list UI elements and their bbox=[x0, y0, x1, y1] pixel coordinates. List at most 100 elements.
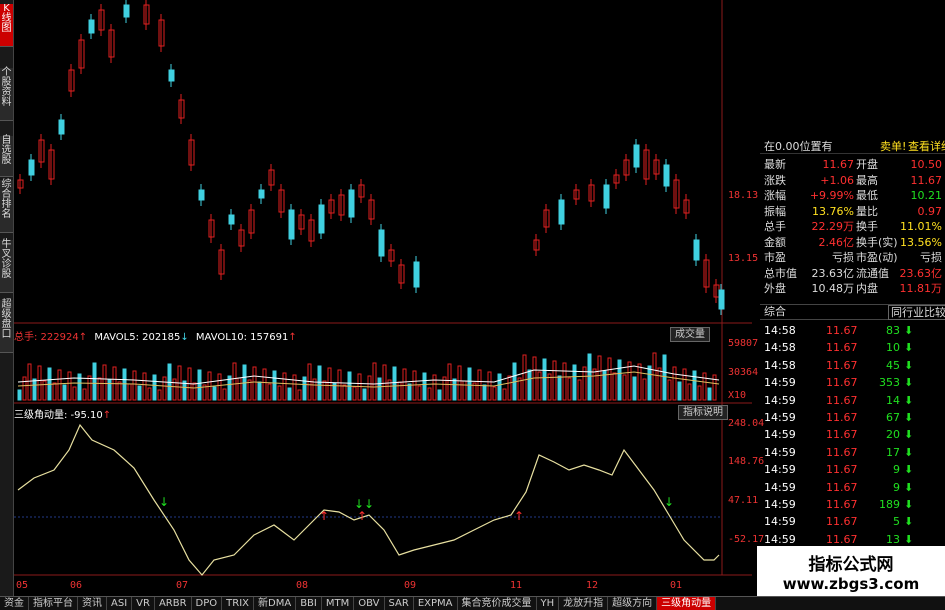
tick-volume: 67 bbox=[886, 411, 900, 424]
candle-body bbox=[633, 144, 640, 168]
bottom-tab[interactable]: EXPMA bbox=[414, 597, 458, 610]
tick-volume: 5 bbox=[893, 515, 900, 529]
volume-bar bbox=[627, 361, 632, 401]
volume-bar bbox=[622, 374, 627, 401]
indicator-help-button[interactable]: 指标说明 bbox=[678, 405, 728, 420]
bottom-tab[interactable]: MTM bbox=[322, 597, 355, 610]
volume-bar bbox=[337, 369, 342, 401]
bottom-tab[interactable]: 集合竞价成交量 bbox=[458, 597, 537, 610]
volume-bar bbox=[22, 376, 27, 401]
bottom-tab[interactable]: 龙放升指 bbox=[559, 597, 609, 610]
bottom-tab[interactable]: 新DMA bbox=[254, 597, 297, 610]
volume-bar bbox=[52, 382, 57, 401]
price-axis-label: 13.15 bbox=[728, 253, 759, 264]
date-label: 05 bbox=[16, 580, 29, 591]
volume-bar bbox=[237, 377, 242, 401]
tab-summary[interactable]: 综合 bbox=[764, 305, 786, 318]
bottom-tab[interactable]: 超级方向 bbox=[608, 597, 658, 610]
volume-bar bbox=[192, 382, 197, 401]
tick-row: 14:59 11.67 67 ⬇ bbox=[760, 409, 945, 426]
candle-body bbox=[123, 4, 130, 18]
tick-volume: 83 bbox=[886, 324, 900, 337]
tab-diagnosis[interactable]: 牛叉诊股 bbox=[0, 240, 13, 293]
volume-bar bbox=[502, 388, 507, 401]
buy-signal-icon: ↑ bbox=[514, 509, 524, 523]
bottom-tab[interactable]: BBI bbox=[296, 597, 322, 610]
volume-bar bbox=[657, 367, 662, 401]
bottom-tab[interactable]: SAR bbox=[385, 597, 414, 610]
volume-bar bbox=[32, 378, 37, 401]
quote-value: 亏损 bbox=[832, 251, 854, 264]
volume-bar bbox=[482, 384, 487, 401]
quote-label: 振幅 bbox=[764, 204, 786, 218]
tab-level2[interactable]: 超级盘口 bbox=[0, 300, 13, 353]
tab-kline[interactable]: K线图 bbox=[0, 4, 13, 47]
chart-svg: ↓ ↓ ↓ ↓↑ ↑ ↑ bbox=[14, 0, 752, 576]
quote-value: 0.97 bbox=[917, 204, 943, 218]
volume-bar bbox=[637, 363, 642, 401]
tick-price: 11.67 bbox=[826, 445, 858, 459]
candle-body bbox=[198, 189, 205, 201]
bottom-tab[interactable]: ARBR bbox=[155, 597, 192, 610]
volume-bar bbox=[492, 386, 497, 401]
down-arrow-icon: ⬇ bbox=[904, 324, 914, 337]
down-arrow-icon: ⬇ bbox=[904, 341, 914, 355]
quote-value: 13.76% bbox=[812, 204, 854, 218]
bottom-tab[interactable]: ASI bbox=[107, 597, 133, 610]
bottom-tab[interactable]: OBV bbox=[354, 597, 385, 610]
quote-label: 涨幅 bbox=[764, 189, 786, 202]
bottom-tab[interactable]: VR bbox=[132, 597, 155, 610]
volume-bar bbox=[522, 354, 527, 401]
bottom-tab[interactable]: 指标平台 bbox=[29, 597, 78, 610]
bottom-tab[interactable]: 资讯 bbox=[78, 597, 107, 610]
tick-time: 14:59 bbox=[764, 411, 796, 424]
tick-time: 14:58 bbox=[764, 324, 796, 337]
quote-row: 总手 22.29万 换手 11.01% bbox=[760, 220, 945, 233]
volume-bar bbox=[232, 362, 237, 401]
sell-order-link[interactable]: 卖单! bbox=[880, 140, 906, 153]
volume-bar bbox=[157, 389, 162, 401]
tab-ranking[interactable]: 综合排名 bbox=[0, 180, 13, 233]
tick-volume: 9 bbox=[893, 463, 900, 477]
volume-bar bbox=[127, 383, 132, 401]
tick-row: 14:58 11.67 83 ⬇ bbox=[760, 322, 945, 339]
bottom-tab[interactable]: YH bbox=[537, 597, 560, 610]
quote-value: +9.99% bbox=[809, 189, 854, 202]
volume-axis-label: X10 bbox=[728, 390, 747, 401]
tab-watchlist[interactable]: 自选股 bbox=[0, 136, 13, 177]
bottom-tab[interactable]: 三级角动量 bbox=[657, 597, 717, 610]
volume-bar bbox=[62, 384, 67, 401]
tick-time: 14:59 bbox=[764, 480, 796, 494]
quote-label: 最高 bbox=[856, 173, 878, 187]
chart-area[interactable]: ↓ ↓ ↓ ↓ ↑ ↑ ↑ 18.13 13.15 总手: 222924↑ MAVOL5: … bbox=[14, 0, 764, 596]
volume-bar bbox=[277, 385, 282, 401]
down-arrow-icon: ⬇ bbox=[904, 463, 914, 477]
volume-bar bbox=[647, 365, 652, 401]
volume-button[interactable]: 成交量 bbox=[670, 327, 710, 342]
site-watermark: 指标公式网 www.zbgs3.com bbox=[757, 546, 945, 596]
volume-bar bbox=[382, 364, 387, 401]
volume-bar bbox=[672, 366, 677, 401]
volume-bar bbox=[267, 383, 272, 401]
volume-bar bbox=[687, 383, 692, 401]
quote-value: 11.67 bbox=[822, 158, 855, 171]
tick-row: 14:59 11.67 353 ⬇ bbox=[760, 374, 945, 391]
bottom-tab[interactable]: TRIX bbox=[222, 597, 255, 610]
tick-price: 11.67 bbox=[826, 428, 858, 442]
candle-body bbox=[58, 119, 65, 135]
volume-bar bbox=[317, 365, 322, 401]
candle-body bbox=[258, 189, 265, 199]
view-detail-link[interactable]: 查看详细 bbox=[908, 140, 945, 153]
quote-value: 10.50 bbox=[910, 158, 943, 171]
indicator-header: 三级角动量: -95.10↑ bbox=[14, 410, 112, 421]
tab-stock-info[interactable]: 个股资料 bbox=[0, 68, 13, 121]
tick-price: 11.67 bbox=[826, 341, 858, 355]
quote-value: 10.48万 bbox=[811, 282, 855, 295]
bottom-tab[interactable]: 资金 bbox=[0, 597, 29, 610]
quote-label: 流通值 bbox=[856, 266, 889, 280]
quote-label: 市盈 bbox=[764, 251, 786, 264]
quote-row: 外盘 10.48万 内盘 11.81万 bbox=[760, 282, 945, 295]
bottom-tab[interactable]: DPO bbox=[192, 597, 223, 610]
tab-industry-compare[interactable]: 同行业比较 bbox=[888, 305, 945, 320]
volume-bar bbox=[282, 372, 287, 401]
